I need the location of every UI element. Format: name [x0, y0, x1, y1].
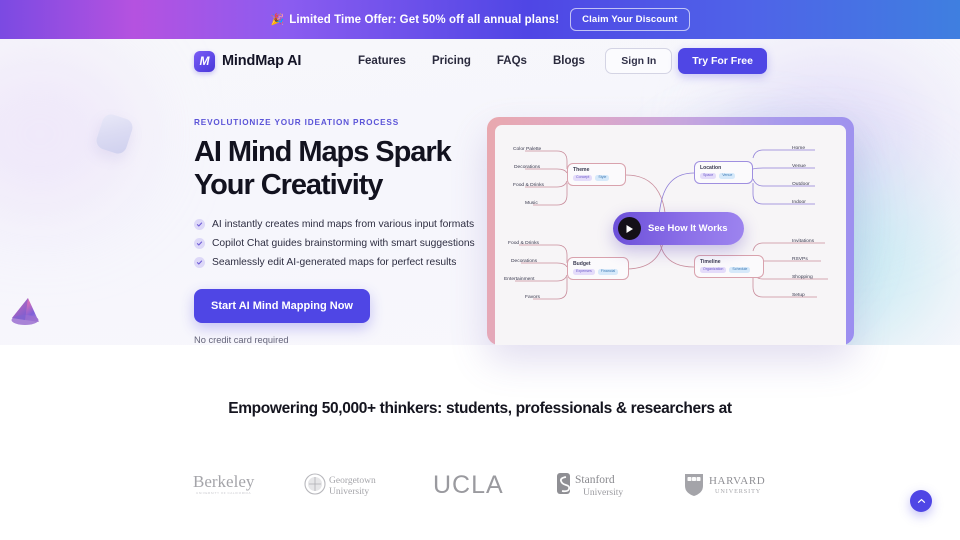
node-tag: Financial — [597, 269, 619, 276]
mindmap-logo-icon: M — [194, 50, 215, 72]
svg-text:HARVARD: HARVARD — [709, 475, 765, 487]
landing-page: 🎉 Limited Time Offer: Get 50% off all an… — [0, 0, 960, 540]
mindmap-leaf[interactable]: Outdoor — [792, 182, 810, 188]
nav-link-pricing[interactable]: Pricing — [432, 55, 471, 67]
start-mind-mapping-button[interactable]: Start AI Mind Mapping Now — [194, 288, 370, 323]
feature-label: Copilot Chat guides brainstorming with s… — [212, 237, 475, 249]
node-tag: Venue — [719, 173, 736, 180]
node-tags: Organization Schedule — [700, 267, 758, 274]
scroll-to-top-button[interactable] — [910, 490, 932, 512]
mindmap-leaf[interactable]: Color Palette — [513, 147, 541, 153]
claim-discount-button[interactable]: Claim Your Discount — [570, 8, 690, 31]
svg-text:Stanford: Stanford — [575, 474, 615, 486]
mindmap-node-location[interactable]: Location Space Venue — [694, 161, 753, 185]
university-logo-row: Berkeley UNIVERSITY OF CALIFORNIA George… — [193, 460, 767, 508]
nav-link-faqs[interactable]: FAQs — [497, 55, 527, 67]
node-tag: Concept — [573, 175, 593, 182]
brand-logo[interactable]: M MindMap AI — [194, 50, 302, 72]
list-item: Seamlessly edit AI-generated maps for pe… — [194, 256, 464, 268]
node-title: Budget — [573, 261, 591, 267]
node-tag: Style — [595, 175, 610, 182]
logo-berkeley: Berkeley UNIVERSITY OF CALIFORNIA — [193, 469, 257, 499]
sign-in-button[interactable]: Sign In — [605, 48, 673, 74]
svg-text:University: University — [583, 488, 623, 498]
mindmap-leaf[interactable]: Food & Drinks — [513, 183, 544, 189]
check-circle-icon — [194, 218, 205, 230]
node-title: Timeline — [700, 259, 721, 265]
nav-link-features[interactable]: Features — [358, 55, 406, 67]
node-title: Location — [700, 165, 722, 171]
mindmap-leaf[interactable]: Setup — [792, 293, 805, 299]
list-item: Copilot Chat guides brainstorming with s… — [194, 237, 475, 249]
node-tag: Space — [700, 173, 717, 180]
main-navigation: M MindMap AI Features Pricing FAQs Blogs… — [0, 39, 960, 83]
svg-text:Georgetown: Georgetown — [329, 476, 376, 486]
mindmap-leaf[interactable]: Favors — [525, 295, 540, 301]
feature-label: AI instantly creates mind maps from vari… — [212, 218, 475, 230]
mindmap-node-budget[interactable]: Budget Expenses Financial — [567, 257, 629, 281]
node-tags: Concept Style — [573, 175, 620, 182]
decorative-cone-shape — [10, 295, 40, 328]
svg-text:UNIVERSITY OF CALIFORNIA: UNIVERSITY OF CALIFORNIA — [196, 491, 252, 495]
mindmap-node-timeline[interactable]: Timeline Organization Schedule — [694, 255, 764, 279]
play-icon — [618, 217, 641, 240]
nav-link-blogs[interactable]: Blogs — [553, 55, 585, 67]
social-proof-section: Empowering 50,000+ thinkers: students, p… — [0, 345, 960, 540]
mindmap-leaf[interactable]: Venue — [792, 164, 806, 170]
node-tags: Expenses Financial — [573, 269, 623, 276]
social-proof-heading: Empowering 50,000+ thinkers: students, p… — [228, 400, 732, 417]
svg-text:Berkeley: Berkeley — [193, 472, 255, 491]
node-title: Theme — [573, 167, 590, 173]
see-how-it-works-button[interactable]: See How It Works — [613, 212, 744, 245]
brand-name-label: MindMap AI — [222, 53, 302, 69]
logo-harvard: HARVARD UNIVERSITY — [683, 469, 767, 499]
mindmap-node-theme[interactable]: Theme Concept Style — [567, 163, 626, 187]
mindmap-leaf[interactable]: Indoor — [792, 200, 806, 206]
mindmap-leaf[interactable]: RSVPs — [792, 257, 808, 263]
hero-feature-list: AI instantly creates mind maps from vari… — [194, 218, 475, 268]
party-popper-icon: 🎉 — [270, 14, 285, 26]
hero-content: REVOLUTIONIZE YOUR IDEATION PROCESS AI M… — [194, 118, 475, 345]
check-circle-icon — [194, 256, 205, 268]
mindmap-leaf[interactable]: Decorations — [511, 259, 537, 265]
check-circle-icon — [194, 237, 205, 249]
no-credit-card-note: No credit card required — [194, 334, 289, 345]
mindmap-leaf[interactable]: Music — [525, 201, 538, 207]
node-tags: Space Venue — [700, 173, 747, 180]
see-how-it-works-label: See How It Works — [648, 223, 728, 234]
mindmap-leaf[interactable]: Invitations — [792, 239, 814, 245]
logo-ucla: UCLA — [433, 469, 509, 499]
svg-text:University: University — [329, 487, 369, 497]
node-tag: Expenses — [573, 269, 595, 276]
try-for-free-button[interactable]: Try For Free — [678, 48, 767, 74]
mindmap-leaf[interactable]: Entertainment — [504, 277, 534, 283]
logo-stanford: Stanford University — [556, 469, 636, 499]
node-tag: Organization — [700, 267, 727, 274]
hero-eyebrow: REVOLUTIONIZE YOUR IDEATION PROCESS — [194, 118, 400, 127]
svg-text:UNIVERSITY: UNIVERSITY — [715, 488, 761, 495]
page-title: AI Mind Maps Spark Your Creativity — [194, 136, 452, 201]
mindmap-leaf[interactable]: Home — [792, 146, 805, 152]
list-item: AI instantly creates mind maps from vari… — [194, 218, 474, 230]
feature-label: Seamlessly edit AI-generated maps for pe… — [212, 256, 457, 268]
mindmap-leaf[interactable]: Decorations — [514, 165, 540, 171]
svg-text:UCLA: UCLA — [433, 471, 504, 499]
mindmap-leaf[interactable]: Shopping — [792, 275, 813, 281]
logo-georgetown: Georgetown University — [304, 469, 386, 499]
node-tag: Schedule — [729, 267, 751, 274]
promo-text-label: Limited Time Offer: Get 50% off all annu… — [289, 13, 560, 26]
promo-banner: 🎉 Limited Time Offer: Get 50% off all an… — [0, 0, 960, 39]
nav-actions: Sign In Try For Free — [605, 48, 767, 74]
mindmap-leaf[interactable]: Food & Drinks — [508, 241, 539, 247]
chevron-up-icon — [917, 498, 925, 503]
promo-banner-text: 🎉 Limited Time Offer: Get 50% off all an… — [270, 13, 560, 27]
